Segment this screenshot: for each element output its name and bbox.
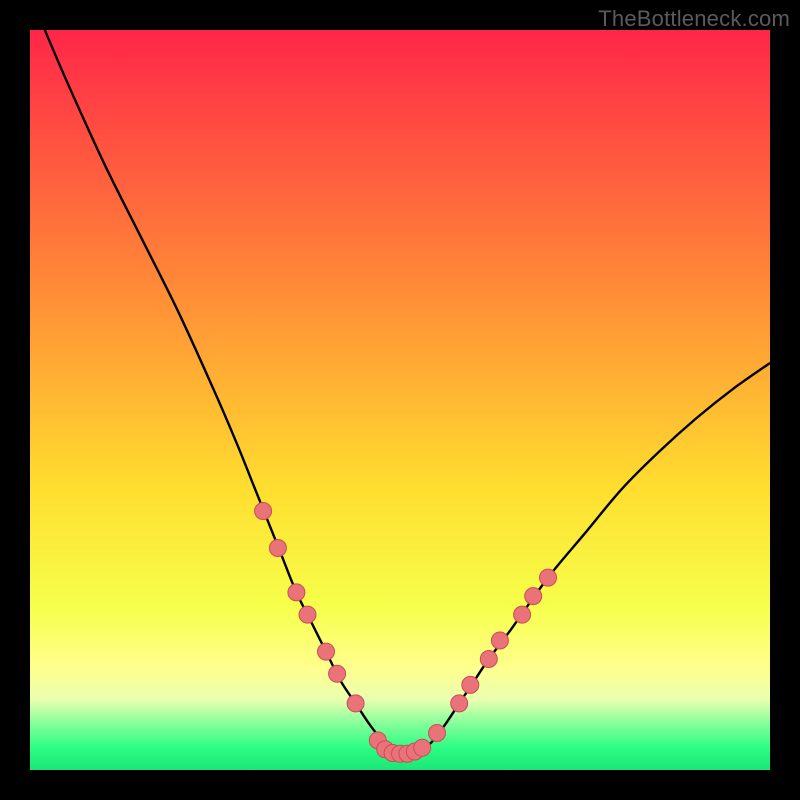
data-point xyxy=(288,584,305,601)
plot-area xyxy=(30,30,770,770)
data-point xyxy=(480,651,497,668)
data-point xyxy=(514,606,531,623)
data-point xyxy=(269,540,286,557)
data-point xyxy=(255,503,272,520)
data-point xyxy=(318,643,335,660)
data-point xyxy=(299,606,316,623)
data-point xyxy=(525,588,542,605)
watermark-text: TheBottleneck.com xyxy=(598,6,790,32)
data-point xyxy=(329,665,346,682)
data-point xyxy=(347,695,364,712)
data-point xyxy=(451,695,468,712)
data-point xyxy=(414,739,431,756)
data-point xyxy=(429,725,446,742)
data-point xyxy=(491,632,508,649)
data-point xyxy=(540,569,557,586)
bottleneck-chart-svg xyxy=(30,30,770,770)
data-point xyxy=(462,676,479,693)
chart-container: TheBottleneck.com xyxy=(0,0,800,800)
gradient-background xyxy=(30,30,770,770)
